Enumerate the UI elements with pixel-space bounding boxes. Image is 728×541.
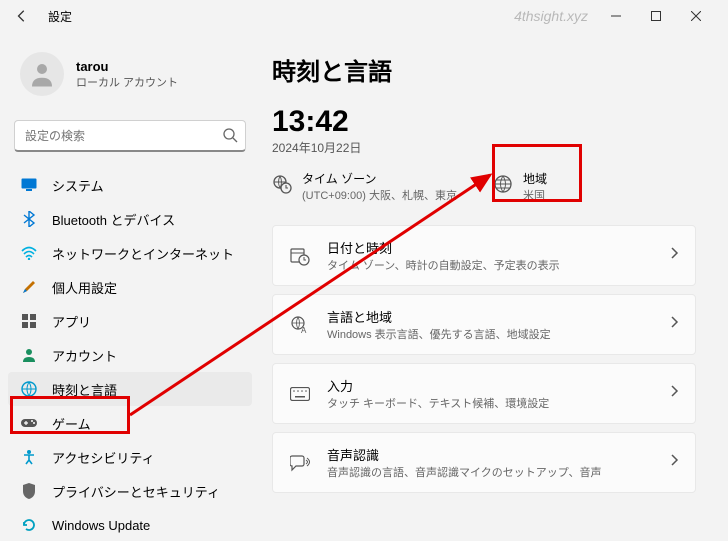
region-detail: 米国 bbox=[523, 187, 547, 203]
sidebar-item-label: アカウント bbox=[52, 346, 117, 365]
sidebar-item-label: 個人用設定 bbox=[52, 278, 117, 297]
chevron-right-icon bbox=[669, 453, 679, 472]
arrow-left-icon bbox=[15, 9, 29, 23]
speech-icon bbox=[289, 454, 311, 472]
sidebar-item-network[interactable]: ネットワークとインターネット bbox=[8, 236, 252, 270]
chevron-right-icon bbox=[669, 315, 679, 334]
shield-icon bbox=[20, 482, 38, 500]
maximize-button[interactable] bbox=[636, 0, 676, 32]
date: 2024年10月22日 bbox=[272, 139, 696, 156]
gaming-icon bbox=[20, 414, 38, 432]
language-icon: A bbox=[289, 315, 311, 335]
sidebar-item-accounts[interactable]: アカウント bbox=[8, 338, 252, 372]
titlebar: 設定 4thsight.xyz bbox=[0, 0, 728, 32]
minimize-button[interactable] bbox=[596, 0, 636, 32]
card-title: 音声認識 bbox=[327, 445, 669, 464]
sidebar-item-label: ネットワークとインターネット bbox=[52, 244, 234, 263]
sidebar-item-gaming[interactable]: ゲーム bbox=[8, 406, 252, 440]
svg-text:A: A bbox=[301, 326, 307, 335]
maximize-icon bbox=[651, 11, 661, 21]
page-title: 時刻と言語 bbox=[272, 52, 696, 87]
sidebar-item-label: Bluetooth とデバイス bbox=[52, 210, 175, 229]
sidebar-item-label: プライバシーとセキュリティ bbox=[52, 482, 220, 501]
user-block[interactable]: tarou ローカル アカウント bbox=[8, 44, 252, 104]
timezone-info[interactable]: タイム ゾーン (UTC+09:00) 大阪、札幌、東京 bbox=[272, 170, 475, 203]
sidebar: tarou ローカル アカウント システム Bluetooth とデバイス ネッ… bbox=[0, 32, 260, 541]
sidebar-item-personalization[interactable]: 個人用設定 bbox=[8, 270, 252, 304]
close-icon bbox=[691, 11, 701, 21]
sidebar-item-label: ゲーム bbox=[52, 414, 91, 433]
update-icon bbox=[20, 516, 38, 534]
search-icon bbox=[222, 127, 238, 148]
paintbrush-icon bbox=[20, 278, 38, 296]
card-date-time[interactable]: 日付と時刻 タイム ゾーン、時計の自動設定、予定表の表示 bbox=[272, 225, 696, 286]
user-sub: ローカル アカウント bbox=[76, 74, 178, 90]
close-button[interactable] bbox=[676, 0, 716, 32]
search-box bbox=[14, 120, 246, 152]
sidebar-item-system[interactable]: システム bbox=[8, 168, 252, 202]
sidebar-item-bluetooth[interactable]: Bluetooth とデバイス bbox=[8, 202, 252, 236]
timezone-icon bbox=[272, 174, 292, 199]
sidebar-item-label: システム bbox=[52, 176, 104, 195]
accessibility-icon bbox=[20, 448, 38, 466]
card-language-region[interactable]: A 言語と地域 Windows 表示言語、優先する言語、地域設定 bbox=[272, 294, 696, 355]
system-icon bbox=[20, 176, 38, 194]
card-title: 言語と地域 bbox=[327, 307, 669, 326]
minimize-icon bbox=[611, 11, 621, 21]
sidebar-item-privacy[interactable]: プライバシーとセキュリティ bbox=[8, 474, 252, 508]
card-input[interactable]: 入力 タッチ キーボード、テキスト候補、環境設定 bbox=[272, 363, 696, 424]
card-title: 日付と時刻 bbox=[327, 238, 669, 257]
apps-icon bbox=[20, 312, 38, 330]
card-sub: タイム ゾーン、時計の自動設定、予定表の表示 bbox=[327, 257, 669, 273]
globe-icon bbox=[493, 174, 513, 199]
avatar bbox=[20, 52, 64, 96]
card-speech[interactable]: 音声認識 音声認識の言語、音声認識マイクのセットアップ、音声 bbox=[272, 432, 696, 493]
chevron-right-icon bbox=[669, 246, 679, 265]
chevron-right-icon bbox=[669, 384, 679, 403]
sidebar-item-label: アプリ bbox=[52, 312, 91, 331]
card-sub: 音声認識の言語、音声認識マイクのセットアップ、音声 bbox=[327, 464, 669, 480]
sidebar-item-label: Windows Update bbox=[52, 518, 150, 533]
region-info[interactable]: 地域 米国 bbox=[493, 170, 696, 203]
person-icon bbox=[27, 59, 57, 89]
card-sub: Windows 表示言語、優先する言語、地域設定 bbox=[327, 326, 669, 342]
search-input[interactable] bbox=[14, 120, 246, 152]
sidebar-item-time-language[interactable]: 時刻と言語 bbox=[8, 372, 252, 406]
card-title: 入力 bbox=[327, 376, 669, 395]
wifi-icon bbox=[20, 244, 38, 262]
keyboard-icon bbox=[289, 387, 311, 401]
bluetooth-icon bbox=[20, 210, 38, 228]
sidebar-item-label: 時刻と言語 bbox=[52, 380, 117, 399]
user-name: tarou bbox=[76, 59, 178, 74]
window-title: 設定 bbox=[48, 8, 72, 25]
timezone-detail: (UTC+09:00) 大阪、札幌、東京 bbox=[302, 187, 457, 203]
sidebar-item-accessibility[interactable]: アクセシビリティ bbox=[8, 440, 252, 474]
globe-clock-icon bbox=[20, 380, 38, 398]
clock: 13:42 bbox=[272, 105, 696, 139]
region-label: 地域 bbox=[523, 170, 547, 187]
timezone-label: タイム ゾーン bbox=[302, 170, 457, 187]
card-sub: タッチ キーボード、テキスト候補、環境設定 bbox=[327, 395, 669, 411]
sidebar-item-label: アクセシビリティ bbox=[52, 448, 155, 467]
watermark: 4thsight.xyz bbox=[514, 8, 588, 24]
sidebar-item-windows-update[interactable]: Windows Update bbox=[8, 508, 252, 541]
sidebar-item-apps[interactable]: アプリ bbox=[8, 304, 252, 338]
back-button[interactable] bbox=[12, 6, 32, 26]
account-icon bbox=[20, 346, 38, 364]
main-content: 時刻と言語 13:42 2024年10月22日 タイム ゾーン (UTC+09:… bbox=[260, 32, 728, 541]
calendar-clock-icon bbox=[289, 246, 311, 266]
